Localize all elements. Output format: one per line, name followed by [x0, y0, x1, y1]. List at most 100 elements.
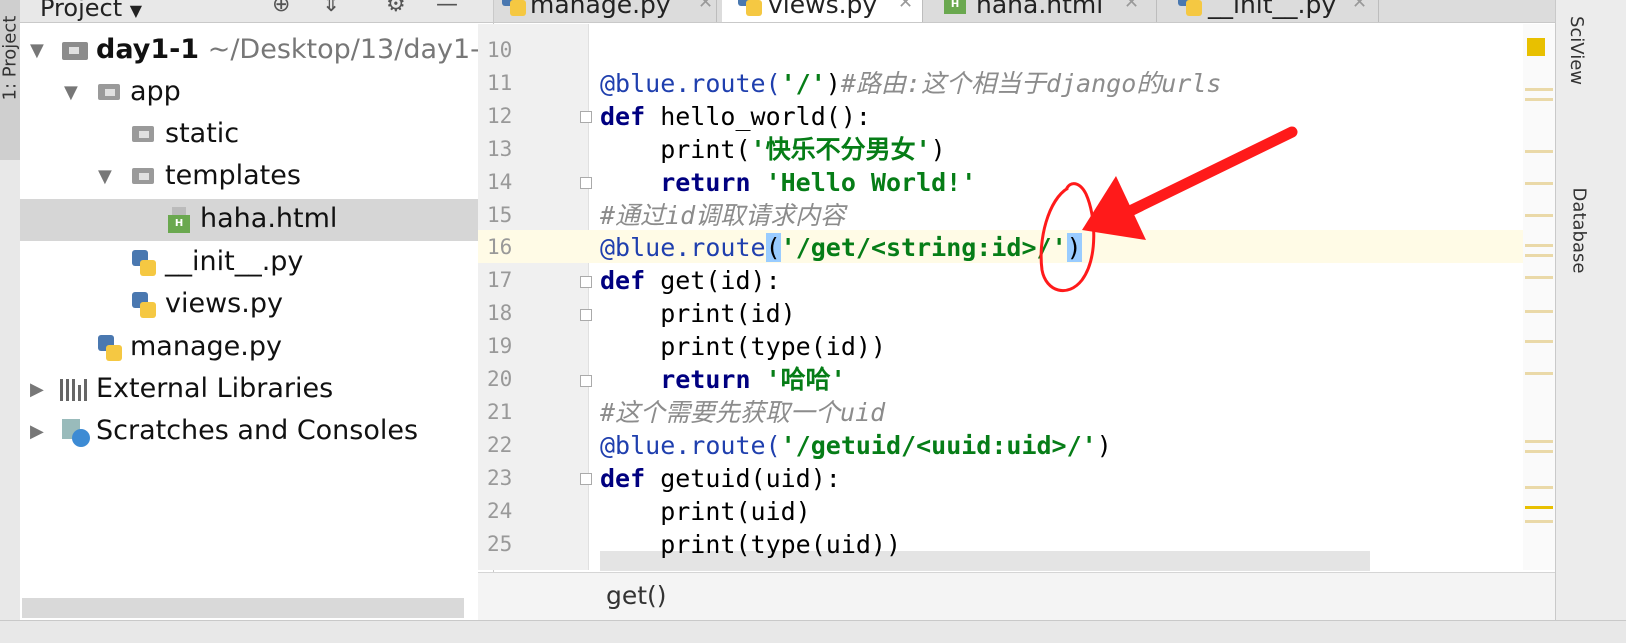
- code-line-16[interactable]: @blue.route('/get/<string:id>/'): [600, 231, 1082, 264]
- code-line-19[interactable]: print(type(id)): [600, 330, 886, 363]
- project-tool-window-label: 1: Project: [0, 15, 21, 101]
- code-line-21[interactable]: #这个需要先获取一个uid: [600, 396, 885, 429]
- tree-item-day1-1[interactable]: ▼ day1-1 ~/Desktop/13/day1-1: [20, 30, 493, 72]
- project-horizontal-scrollbar[interactable]: [22, 598, 464, 618]
- line-number: 23: [487, 466, 513, 490]
- stripe-marker[interactable]: [1525, 254, 1553, 257]
- tree-item-label: views.py: [165, 288, 283, 319]
- line-number: 21: [487, 400, 513, 424]
- code-line-15[interactable]: #通过id调取请求内容: [600, 199, 845, 232]
- close-icon[interactable]: ✕: [1352, 0, 1367, 13]
- line-number: 10: [487, 38, 513, 62]
- stripe-marker[interactable]: [1525, 182, 1553, 185]
- chevron-right-icon[interactable]: ▶: [30, 421, 44, 442]
- python-file-icon: [738, 0, 762, 16]
- tree-item-scratches[interactable]: ▶ Scratches and Consoles: [20, 411, 493, 453]
- tree-item-label: templates: [165, 160, 301, 191]
- code-line-17[interactable]: def get(id):: [600, 264, 781, 297]
- python-file-icon: [98, 335, 122, 361]
- fold-marker[interactable]: [580, 375, 592, 387]
- tab-views-py[interactable]: views.py ✕: [722, 0, 923, 22]
- python-file-icon: [1178, 0, 1202, 16]
- tree-item-external-libraries[interactable]: ▶ External Libraries: [20, 369, 493, 411]
- code-line-24[interactable]: print(uid): [600, 495, 811, 528]
- fold-marker[interactable]: [580, 177, 592, 189]
- chevron-down-icon[interactable]: ▼: [30, 40, 44, 61]
- close-icon[interactable]: ✕: [1124, 0, 1139, 13]
- code-line-14[interactable]: return 'Hello World!': [600, 166, 976, 199]
- code-line-11[interactable]: @blue.route('/')#路由:这个相当于django的urls: [600, 67, 1221, 100]
- line-number: 13: [487, 137, 513, 161]
- line-number: 12: [487, 104, 513, 128]
- annotation-overlay: [1039, 126, 1298, 292]
- breadcrumb-item[interactable]: get(): [606, 581, 667, 610]
- gear-icon[interactable]: ⚙: [386, 0, 406, 17]
- stripe-marker[interactable]: [1525, 450, 1553, 453]
- stripe-marker[interactable]: [1525, 340, 1553, 343]
- fold-marker[interactable]: [580, 309, 592, 321]
- target-icon[interactable]: ⊕: [272, 0, 290, 17]
- project-panel: Project ▼ ⊕ ⇕ ⚙ — ▼ day1-1 ~/Desktop/13/…: [20, 0, 494, 642]
- stripe-marker[interactable]: [1525, 310, 1553, 313]
- tab-init-py[interactable]: __init__.py ✕: [1162, 0, 1379, 22]
- code-line-22[interactable]: @blue.route('/getuid/<uuid:uid>/'): [600, 429, 1112, 462]
- code-line-23[interactable]: def getuid(uid):: [600, 462, 841, 495]
- fold-marker[interactable]: [580, 276, 592, 288]
- stripe-marker[interactable]: [1525, 506, 1553, 509]
- line-number: 14: [487, 170, 513, 194]
- stripe-marker[interactable]: [1525, 486, 1553, 489]
- fold-marker[interactable]: [580, 473, 592, 485]
- tree-item-label: External Libraries: [96, 373, 334, 404]
- annotation-arrow-shaft: [1122, 126, 1298, 218]
- stripe-marker[interactable]: [1525, 150, 1553, 153]
- stripe-marker[interactable]: [1525, 88, 1553, 91]
- warning-indicator-icon[interactable]: [1527, 38, 1545, 56]
- tab-haha-html[interactable]: H haha.html ✕: [928, 0, 1157, 22]
- code-line-13[interactable]: print('快乐不分男女'): [600, 133, 945, 166]
- stripe-marker[interactable]: [1525, 372, 1553, 375]
- stripe-marker[interactable]: [1525, 98, 1553, 101]
- hide-icon[interactable]: —: [436, 0, 458, 17]
- code-line-25[interactable]: print(type(uid)): [600, 528, 901, 561]
- tab-label: haha.html: [976, 0, 1104, 19]
- annotation-circle: [1039, 182, 1096, 292]
- line-number: 16: [487, 235, 513, 259]
- line-number: 24: [487, 499, 513, 523]
- close-icon[interactable]: ✕: [698, 0, 713, 13]
- collapse-all-icon[interactable]: ⇕: [322, 0, 340, 17]
- html-file-icon: H: [168, 207, 190, 233]
- tree-item-views-py[interactable]: views.py: [20, 284, 493, 326]
- chevron-down-icon[interactable]: ▼: [64, 82, 78, 103]
- code-line-18[interactable]: print(id): [600, 297, 795, 330]
- sciview-tool-window-tab[interactable]: SciView: [1566, 16, 1587, 85]
- tree-item-label: Scratches and Consoles: [96, 415, 419, 446]
- stripe-marker[interactable]: [1525, 214, 1553, 217]
- tree-item-static[interactable]: static: [20, 114, 493, 156]
- stripe-marker[interactable]: [1525, 440, 1553, 443]
- tab-manage-py[interactable]: manage.py ✕: [494, 0, 717, 22]
- fold-marker[interactable]: [580, 111, 592, 123]
- project-tool-window-tab[interactable]: 1: Project: [0, 0, 21, 160]
- tree-item-haha-html[interactable]: H haha.html: [20, 199, 493, 241]
- stripe-marker[interactable]: [1525, 276, 1553, 279]
- close-icon[interactable]: ✕: [898, 0, 913, 13]
- stripe-marker[interactable]: [1525, 244, 1553, 247]
- tree-item-label: day1-1 ~/Desktop/13/day1-1: [96, 34, 493, 65]
- tree-item-label: manage.py: [130, 331, 282, 362]
- tree-item-app[interactable]: ▼ app: [20, 72, 493, 114]
- tree-item-manage-py[interactable]: manage.py: [20, 327, 493, 369]
- python-file-icon: [132, 250, 156, 276]
- left-tool-strip: 1: Project: [0, 0, 21, 642]
- chevron-down-icon[interactable]: ▼: [98, 166, 112, 187]
- chevron-down-icon: ▼: [129, 1, 143, 20]
- tree-item-init-py[interactable]: __init__.py: [20, 242, 493, 284]
- folder-icon: [132, 168, 154, 184]
- code-line-12[interactable]: def hello_world():: [600, 100, 871, 133]
- code-line-20[interactable]: return '哈哈': [600, 363, 845, 396]
- tab-label: manage.py: [530, 0, 671, 19]
- database-tool-window-tab[interactable]: Database: [1568, 188, 1589, 274]
- stripe-marker[interactable]: [1525, 520, 1553, 523]
- project-view-selector[interactable]: Project ▼: [40, 0, 142, 22]
- chevron-right-icon[interactable]: ▶: [30, 379, 44, 400]
- tree-item-templates[interactable]: ▼ templates: [20, 156, 493, 198]
